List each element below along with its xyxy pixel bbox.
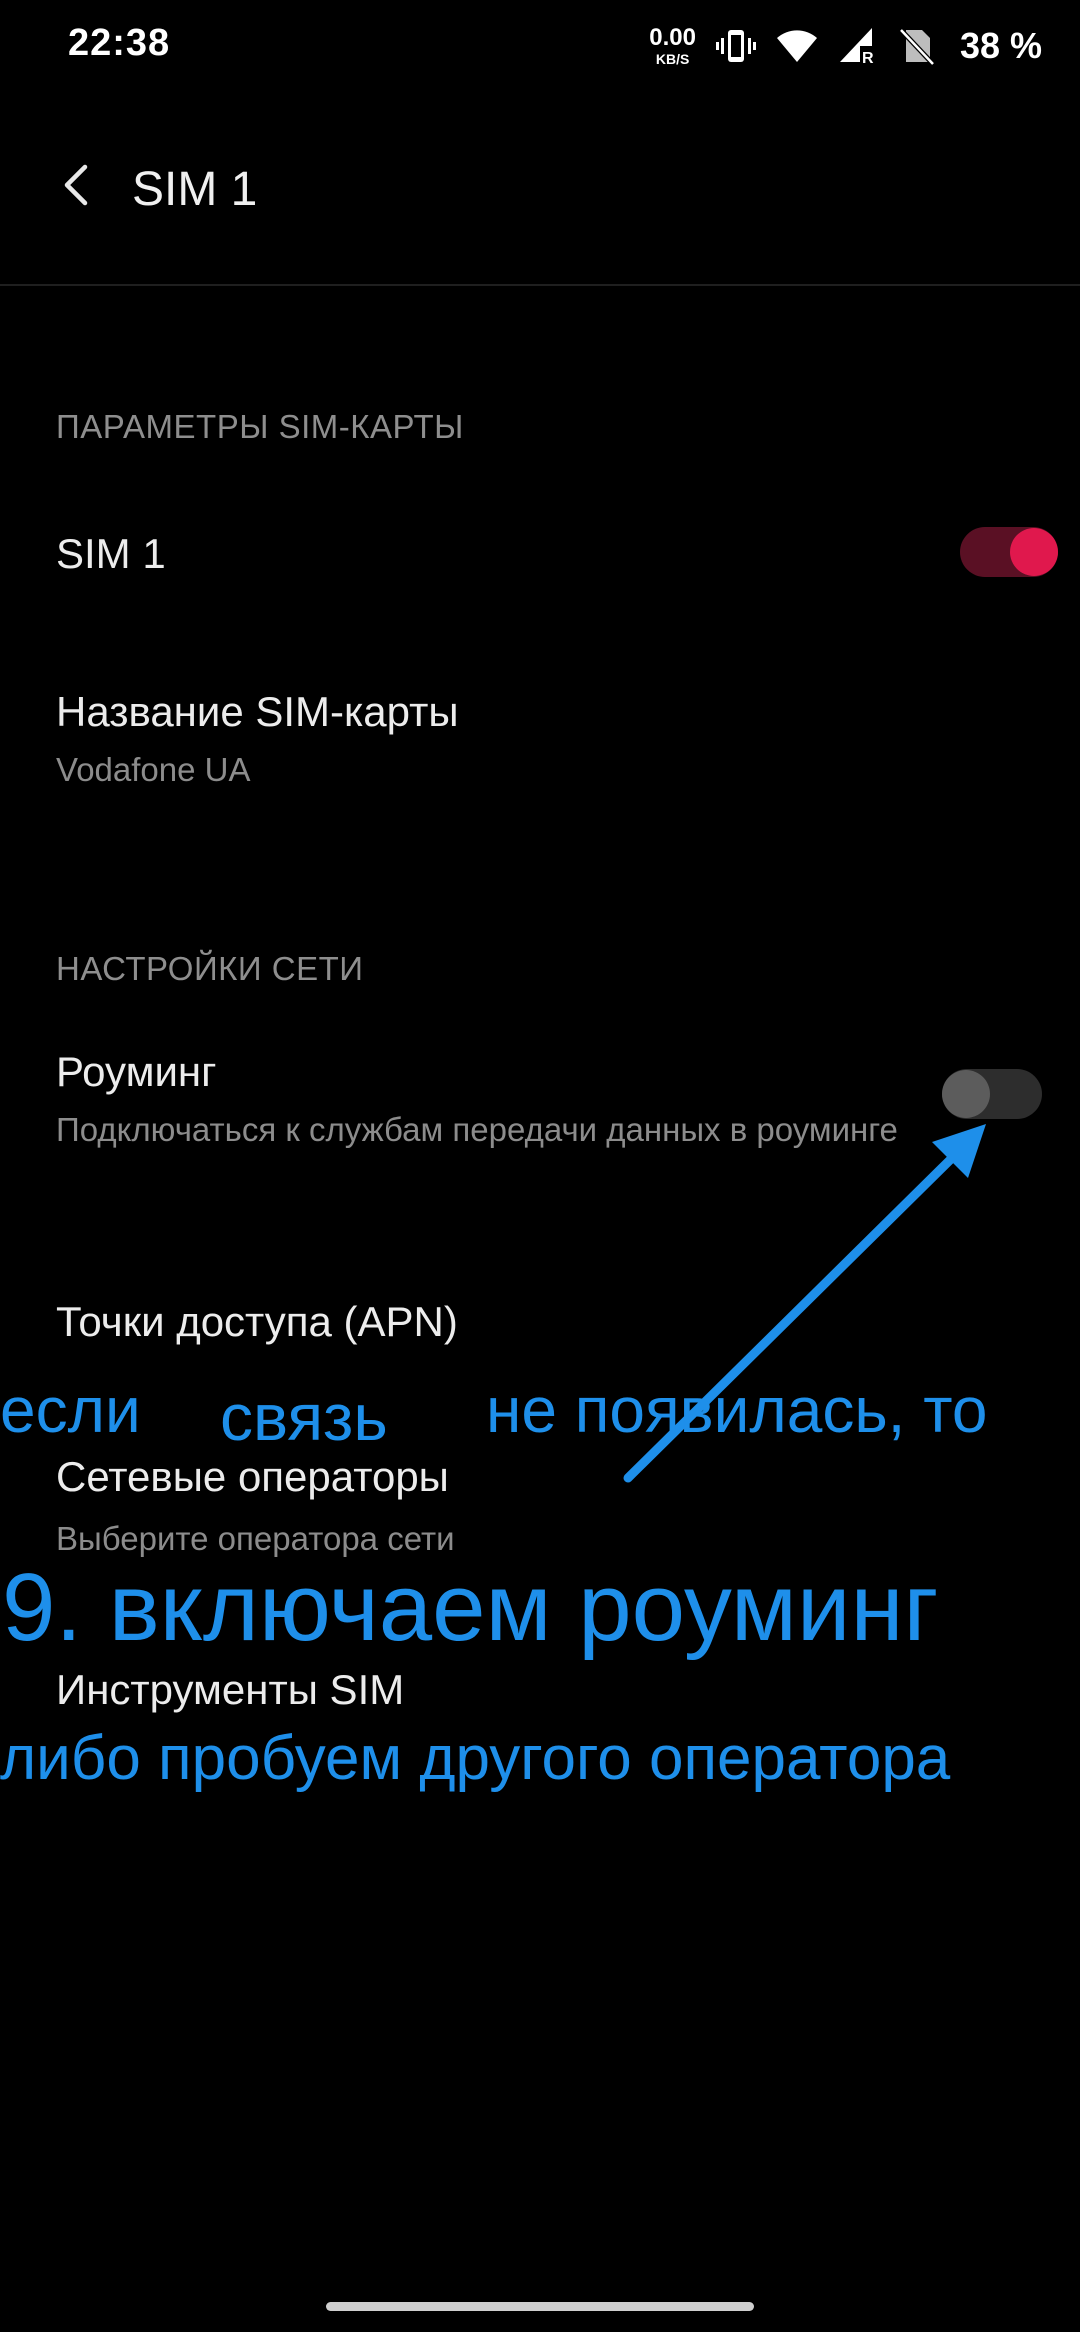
annotation-main-step: 9. включаем роуминг [2, 1554, 939, 1661]
gesture-navigation-bar[interactable] [326, 2302, 754, 2311]
annotation-word-if: если [0, 1374, 141, 1446]
annotation-arrow [623, 1124, 986, 1483]
annotation-word-not-appeared: не появилась, то [486, 1374, 988, 1446]
annotation-try-other-operator: либо пробуем другого оператора [0, 1724, 951, 1793]
annotation-word-connection: связь [220, 1380, 388, 1454]
